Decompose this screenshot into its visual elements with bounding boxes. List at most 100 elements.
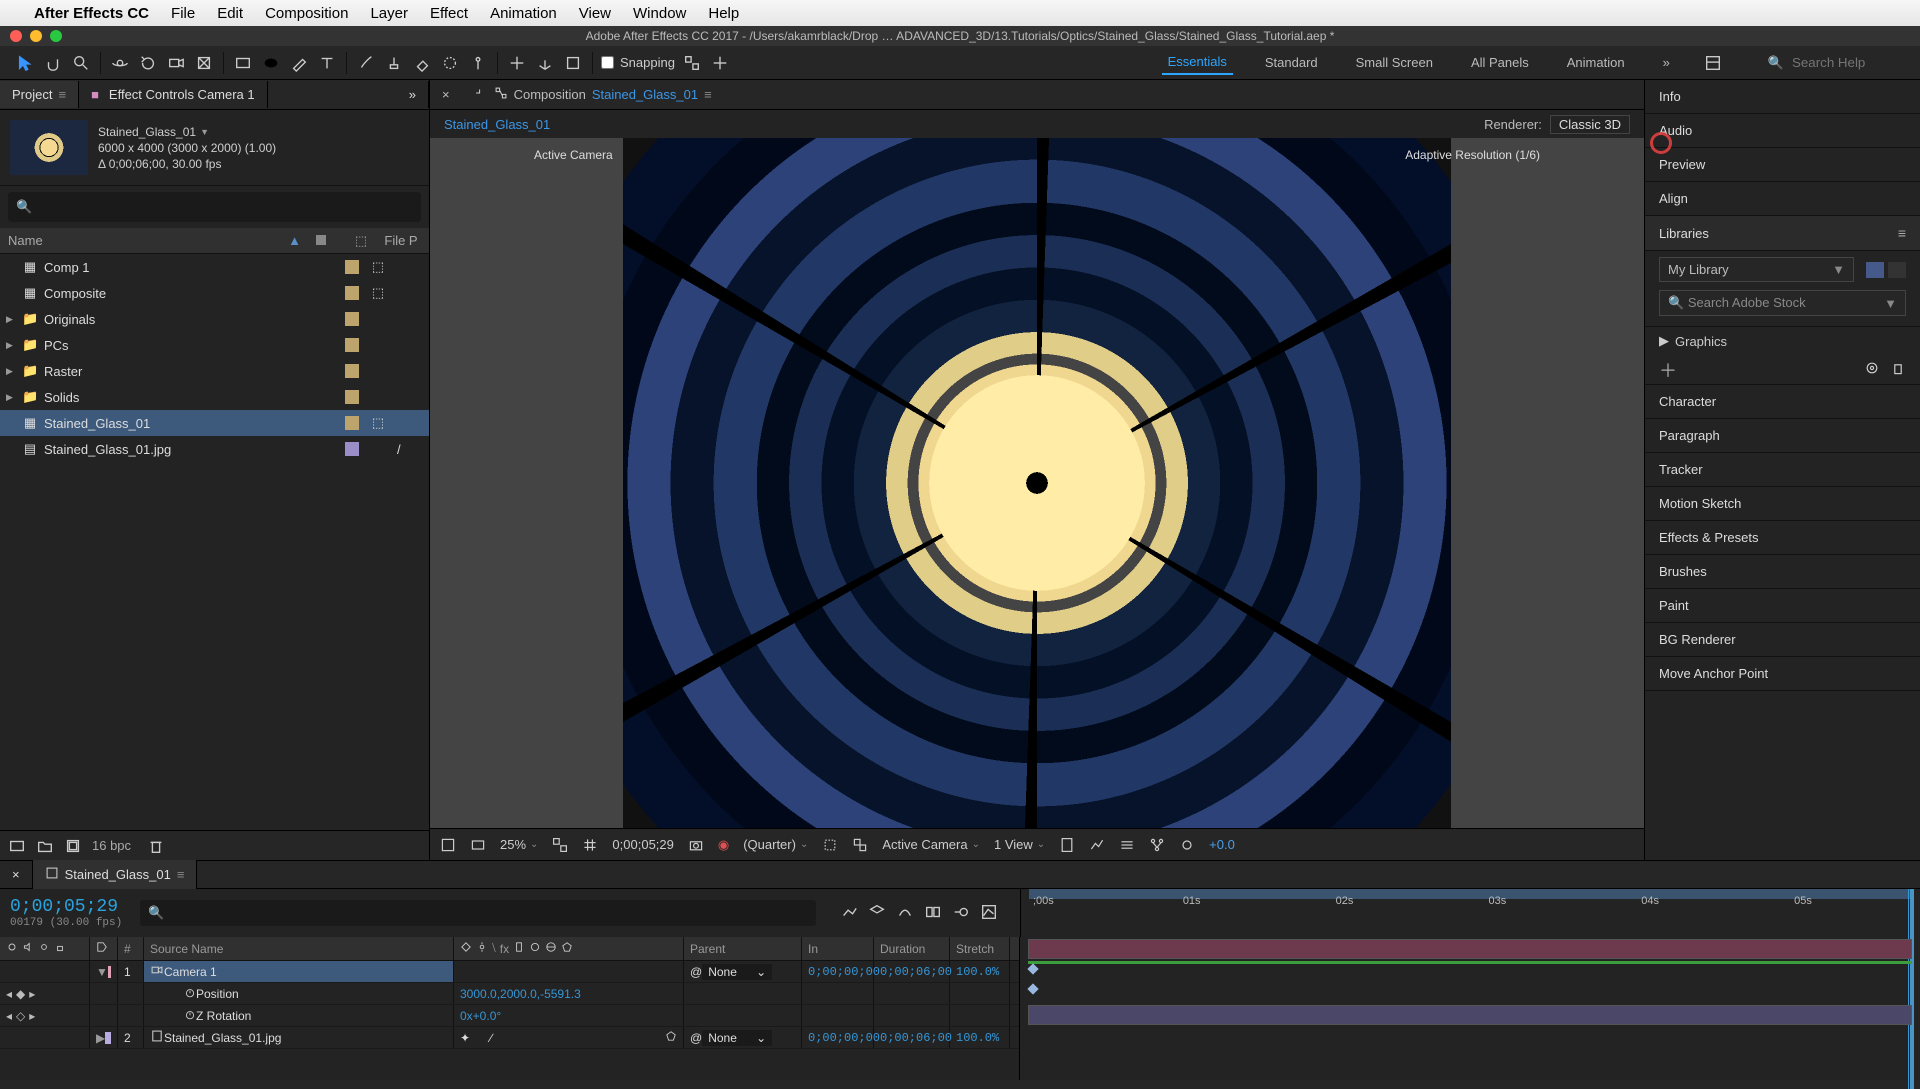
- timeline-tab[interactable]: Stained_Glass_01≡: [33, 860, 198, 889]
- new-folder-icon[interactable]: [36, 837, 54, 855]
- keyframe-marker[interactable]: [1027, 963, 1038, 974]
- reset-exposure-icon[interactable]: [1179, 837, 1195, 853]
- viewer-timecode[interactable]: 0;00;05;29: [612, 837, 673, 852]
- comp-name-dropdown-icon[interactable]: ▼: [200, 127, 209, 137]
- project-item[interactable]: ▶📁Raster: [0, 358, 429, 384]
- view-layout-select[interactable]: 1 View: [994, 837, 1045, 852]
- rotation-tool-icon[interactable]: [137, 52, 159, 74]
- panel-paint[interactable]: Paint: [1645, 589, 1920, 623]
- menu-window[interactable]: Window: [633, 5, 686, 22]
- project-item[interactable]: ▦Stained_Glass_01⬚: [0, 410, 429, 436]
- shy-toggle-icon[interactable]: [896, 903, 914, 924]
- add-keyframe-icon[interactable]: ◆: [16, 987, 25, 1001]
- layer-from-comp-icon[interactable]: [474, 86, 488, 103]
- timeline-close[interactable]: ×: [0, 861, 33, 888]
- panel-overflow[interactable]: »: [397, 81, 429, 108]
- zoom-select[interactable]: 25%: [500, 837, 538, 852]
- flowchart-icon[interactable]: [494, 86, 508, 103]
- workspace-all-panels[interactable]: All Panels: [1465, 51, 1535, 74]
- timeline-track-area[interactable]: [1020, 937, 1920, 1080]
- menu-effect[interactable]: Effect: [430, 5, 468, 22]
- project-columns-header[interactable]: Name▲ ⬚ File P: [0, 228, 429, 254]
- layer-label-swatch[interactable]: [105, 1032, 111, 1044]
- close-window-icon[interactable]: [10, 30, 22, 42]
- composition-viewer[interactable]: Active Camera Adaptive Resolution (1/6): [520, 138, 1554, 828]
- minimize-window-icon[interactable]: [30, 30, 42, 42]
- panel-character[interactable]: Character: [1645, 385, 1920, 419]
- item-label-swatch[interactable]: [345, 260, 359, 274]
- snapping-toggle[interactable]: Snapping: [601, 52, 731, 74]
- parent-pickwhip-icon[interactable]: @: [690, 965, 702, 979]
- project-item[interactable]: ▤Stained_Glass_01.jpg/: [0, 436, 429, 462]
- local-axis-icon[interactable]: [506, 52, 528, 74]
- renderer-select[interactable]: Renderer:Classic 3D: [1484, 117, 1630, 132]
- frame-blend-icon[interactable]: [924, 903, 942, 924]
- zoom-window-icon[interactable]: [50, 30, 62, 42]
- current-timecode[interactable]: 0;00;05;29: [10, 897, 122, 917]
- project-tab[interactable]: Project≡: [0, 81, 79, 108]
- next-keyframe-icon[interactable]: ▸: [29, 987, 35, 1001]
- brush-tool-icon[interactable]: [355, 52, 377, 74]
- next-keyframe-icon[interactable]: ▸: [29, 1009, 35, 1023]
- project-item[interactable]: ▦Composite⬚: [0, 280, 429, 306]
- snap-collapse-icon[interactable]: [709, 52, 731, 74]
- new-comp-icon[interactable]: [64, 837, 82, 855]
- panel-menu-icon[interactable]: ≡: [1898, 225, 1906, 241]
- 3d-layer-icon[interactable]: [665, 1030, 677, 1045]
- panel-move-anchor-point[interactable]: Move Anchor Point: [1645, 657, 1920, 691]
- item-label-swatch[interactable]: [345, 364, 359, 378]
- add-keyframe-icon[interactable]: ◇: [16, 1009, 25, 1023]
- rectangle-tool-icon[interactable]: [232, 52, 254, 74]
- project-item[interactable]: ▦Comp 1⬚: [0, 254, 429, 280]
- stock-dropdown-icon[interactable]: ▼: [1884, 296, 1897, 311]
- menu-help[interactable]: Help: [708, 5, 739, 22]
- roi-icon[interactable]: [822, 837, 838, 853]
- snapping-checkbox[interactable]: [601, 56, 614, 69]
- stopwatch-icon[interactable]: [184, 1008, 196, 1023]
- project-search[interactable]: 🔍: [8, 192, 421, 222]
- project-item[interactable]: ▶📁PCs: [0, 332, 429, 358]
- snap-edges-icon[interactable]: [681, 52, 703, 74]
- panel-audio[interactable]: Audio: [1645, 114, 1920, 148]
- delete-icon[interactable]: [147, 837, 165, 855]
- timeline-ruler[interactable]: ;00s 01s 02s 03s 04s 05s: [1020, 889, 1920, 937]
- resolution-down-icon[interactable]: [552, 837, 568, 853]
- pan-behind-tool-icon[interactable]: [193, 52, 215, 74]
- puppet-pin-icon[interactable]: [467, 52, 489, 74]
- pen-tool-icon[interactable]: [288, 52, 310, 74]
- panel-align[interactable]: Align: [1645, 182, 1920, 216]
- resolution-select[interactable]: (Quarter): [743, 837, 808, 852]
- project-item[interactable]: ▶📁Originals: [0, 306, 429, 332]
- parent-dropdown[interactable]: None⌄: [702, 1030, 772, 1046]
- effect-controls-tab[interactable]: ■Effect Controls Camera 1: [79, 81, 268, 108]
- channel-icon[interactable]: ◉: [718, 837, 729, 853]
- exposure-value[interactable]: +0.0: [1209, 837, 1235, 852]
- menu-edit[interactable]: Edit: [217, 5, 243, 22]
- interpret-footage-icon[interactable]: [8, 837, 26, 855]
- library-delete-icon[interactable]: [1890, 360, 1906, 379]
- prev-keyframe-icon[interactable]: ◂: [6, 987, 12, 1001]
- property-row-position[interactable]: ◂◆▸ Position 3000.0,2000.0,-5591.3: [0, 983, 1019, 1005]
- item-label-swatch[interactable]: [345, 338, 359, 352]
- panel-motion-sketch[interactable]: Motion Sketch: [1645, 487, 1920, 521]
- pixel-aspect-icon[interactable]: [1059, 837, 1075, 853]
- workspace-standard[interactable]: Standard: [1259, 51, 1324, 74]
- item-label-swatch[interactable]: [345, 442, 359, 456]
- workspace-essentials[interactable]: Essentials: [1162, 50, 1233, 75]
- motion-blur-icon[interactable]: [952, 903, 970, 924]
- menu-view[interactable]: View: [579, 5, 611, 22]
- item-label-swatch[interactable]: [345, 416, 359, 430]
- view-axis-icon[interactable]: [562, 52, 584, 74]
- unified-camera-icon[interactable]: [165, 52, 187, 74]
- layer-in-point[interactable]: 0;00;00;00: [802, 1027, 874, 1048]
- keyframe-marker[interactable]: [1027, 983, 1038, 994]
- layer-label-swatch[interactable]: [108, 966, 111, 978]
- panel-paragraph[interactable]: Paragraph: [1645, 419, 1920, 453]
- mac-menubar[interactable]: After Effects CC File Edit Composition L…: [0, 0, 1920, 26]
- library-select[interactable]: My Library▼: [1659, 257, 1854, 282]
- graph-editor-icon[interactable]: [980, 903, 998, 924]
- traffic-lights[interactable]: [10, 30, 62, 42]
- roto-brush-icon[interactable]: [439, 52, 461, 74]
- panel-preview[interactable]: Preview: [1645, 148, 1920, 182]
- comp-breadcrumb[interactable]: Stained_Glass_01: [444, 117, 550, 132]
